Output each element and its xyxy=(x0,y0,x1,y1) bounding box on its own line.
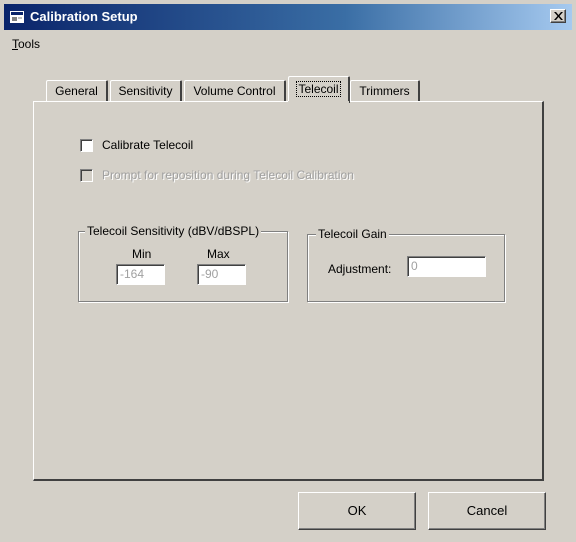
tab-telecoil[interactable]: Telecoil xyxy=(288,76,350,103)
active-tab-join xyxy=(288,101,349,103)
tab-general-label: General xyxy=(55,84,98,98)
tab-volume-control[interactable]: Volume Control xyxy=(184,80,286,102)
min-label: Min xyxy=(132,247,152,261)
tab-telecoil-label: Telecoil xyxy=(296,81,341,97)
telecoil-sensitivity-title: Telecoil Sensitivity (dBV/dBSPL) xyxy=(85,224,262,238)
menu-bar: Tools xyxy=(4,34,572,54)
telecoil-gain-title: Telecoil Gain xyxy=(316,227,389,241)
title-bar[interactable]: Calibration Setup xyxy=(4,4,572,30)
tab-general[interactable]: General xyxy=(46,80,108,102)
tab-sensitivity[interactable]: Sensitivity xyxy=(110,80,182,102)
calibrate-telecoil-checkbox[interactable] xyxy=(80,139,93,152)
min-sensitivity-input[interactable]: -164 xyxy=(116,264,165,285)
tab-volume-control-label: Volume Control xyxy=(193,84,276,98)
telecoil-gain-group: Telecoil Gain Adjustment: 0 xyxy=(307,227,505,302)
prompt-reposition-checkbox xyxy=(80,169,93,182)
tab-sensitivity-label: Sensitivity xyxy=(118,84,173,98)
menu-tools[interactable]: Tools xyxy=(12,37,40,51)
close-icon xyxy=(554,12,563,20)
calibrate-telecoil-label: Calibrate Telecoil xyxy=(102,138,194,152)
ok-button[interactable]: OK xyxy=(298,492,416,530)
app-window-icon xyxy=(10,11,24,23)
telecoil-sensitivity-group: Telecoil Sensitivity (dBV/dBSPL) Min Max… xyxy=(78,224,288,302)
calibration-setup-window: Calibration Setup Tools General Sensitiv… xyxy=(0,0,576,542)
max-label: Max xyxy=(207,247,230,261)
gain-adjustment-input[interactable]: 0 xyxy=(407,256,486,277)
close-button[interactable] xyxy=(550,9,566,23)
tab-trimmers-label: Trimmers xyxy=(359,84,410,98)
window-title: Calibration Setup xyxy=(30,9,138,24)
cancel-button[interactable]: Cancel xyxy=(428,492,546,530)
tab-trimmers[interactable]: Trimmers xyxy=(350,80,420,102)
prompt-reposition-label: Prompt for reposition during Telecoil Ca… xyxy=(102,168,354,182)
menu-tools-label: ools xyxy=(18,37,41,51)
adjustment-label: Adjustment: xyxy=(328,262,392,276)
max-sensitivity-input[interactable]: -90 xyxy=(197,264,246,285)
